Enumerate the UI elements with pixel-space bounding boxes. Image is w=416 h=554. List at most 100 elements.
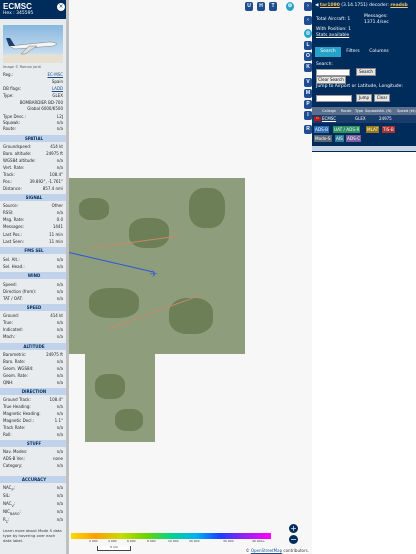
zoom-in-button[interactable]: + xyxy=(289,524,298,533)
selected-hex: Hex : 345595 xyxy=(3,11,34,16)
jump-label: Jump to Airport or Latitude, Longitude: xyxy=(316,84,403,89)
tab-filters[interactable]: Filters xyxy=(342,47,364,57)
spatial-row: WGS84 altitude: n/a xyxy=(3,158,63,163)
section-wind: WIND xyxy=(0,272,68,279)
row-altitude: 24975 xyxy=(379,116,392,121)
map-btn-u[interactable]: U xyxy=(245,2,253,11)
map-btn-l[interactable]: L xyxy=(304,41,312,50)
col-callsign[interactable]: Callsign xyxy=(322,107,336,115)
info-row-registration: Reg.: EC-MSC xyxy=(3,72,63,78)
messages-rate: 1371.4/sec xyxy=(364,20,389,25)
stats-link[interactable]: Stats available xyxy=(316,33,349,38)
altitude-row: Geom. Rate: n/a xyxy=(3,373,63,378)
legend-label: 2 000 xyxy=(89,539,98,543)
clear-button[interactable]: Clear xyxy=(374,94,390,102)
legend-label: 10 000 xyxy=(168,539,179,543)
accuracy-row: RC: n/a xyxy=(3,517,63,524)
map-btn-i[interactable]: I xyxy=(304,111,312,120)
registration-link[interactable]: EC-MSC xyxy=(47,72,63,78)
fms-row: Sel. Alt.: n/a xyxy=(3,257,63,262)
table-header: Callsign Route Type Squawk Alt. (ft) Spe… xyxy=(312,107,416,115)
legend-adsb: ADS-B xyxy=(314,126,329,133)
legend-ais: AIS xyxy=(335,135,344,142)
tab-columns[interactable]: Columns xyxy=(366,47,392,57)
with-position: With Position: 1 xyxy=(316,27,351,32)
col-squawk[interactable]: Squawk xyxy=(365,107,379,115)
info-row-route: Route: n/a xyxy=(3,126,63,131)
version-line: ◀ tar1090 (3.14.1751) decoder: readsb xyxy=(315,3,408,8)
signal-row: Msg. Rate: 0.0 xyxy=(3,217,63,222)
spatial-row: Distance: 857.4 nmi xyxy=(3,186,63,191)
aircraft-marker-icon[interactable]: ✈ xyxy=(150,270,158,280)
tab-search[interactable]: Search xyxy=(315,47,341,57)
jump-input[interactable] xyxy=(316,95,352,102)
map-btn-v[interactable]: V xyxy=(304,78,312,87)
map-btn-t[interactable]: T xyxy=(269,2,277,11)
legend-adsc: ADS-C xyxy=(346,135,362,142)
accuracy-row: NICBARO: n/a xyxy=(3,509,63,516)
total-aircraft: Total Aircraft: 1 xyxy=(316,17,351,22)
messages-label: Messages: xyxy=(364,14,388,19)
stuff-row: Nav. Modes: n/a xyxy=(3,449,63,454)
spain-flag-icon: ES xyxy=(314,117,321,121)
section-altitude: ALTITUDE xyxy=(0,343,68,350)
center-target-icon[interactable]: ◎ xyxy=(304,29,312,38)
col-route[interactable]: Route xyxy=(341,107,351,115)
legend-label: 8 000 xyxy=(147,539,156,543)
jump-button[interactable]: Jump xyxy=(356,94,372,102)
stuff-row: ADS-B Ver.: none xyxy=(3,456,63,461)
terrain-tiles-lower xyxy=(85,354,155,442)
speed-row: Mach: n/a xyxy=(3,334,63,339)
settings-gear-icon[interactable]: ⚙ xyxy=(286,2,294,11)
readsb-link[interactable]: readsb xyxy=(390,3,407,8)
map-btn-o[interactable]: O xyxy=(304,52,312,61)
col-type[interactable]: Type xyxy=(355,107,363,115)
signal-row: Last Seen: 11 min xyxy=(3,239,63,244)
aircraft-photo[interactable] xyxy=(3,25,63,63)
search-input[interactable] xyxy=(316,69,350,76)
col-alt[interactable]: Alt. (ft) xyxy=(379,107,392,115)
spatial-row: Groundspeed: 414 kt xyxy=(3,144,63,149)
map-btn-r[interactable]: R xyxy=(304,125,312,134)
ladd-link[interactable]: LADD xyxy=(52,86,63,92)
direction-row: True Heading: n/a xyxy=(3,404,63,409)
mode-s-note: Learn more about Mode S data type by hov… xyxy=(3,528,62,543)
altitude-row: Barometric: 24975 ft xyxy=(3,352,63,357)
selected-callsign: ECMSC xyxy=(3,2,32,11)
aircraft-info-panel: ECMSC Hex : 345595 × Image © Ramon Jordi… xyxy=(0,0,68,554)
section-fms-sel: FMS SEL xyxy=(0,247,68,254)
zoom-out-button[interactable]: − xyxy=(289,535,298,544)
spatial-row: Pos.: 39.892°, -1.761° xyxy=(3,179,63,184)
table-row[interactable]: ES ECMSC GLEX 24975 xyxy=(312,115,416,123)
legend-mlat: MLAT xyxy=(366,126,380,133)
row-callsign[interactable]: ECMSC xyxy=(322,115,336,123)
direction-row: Track Rate: n/a xyxy=(3,425,63,430)
map-view[interactable]: ✈ U H T ⚙ › ‹ ◎ L O K V M P I R 2 000 4 … xyxy=(69,0,312,554)
tar1090-link[interactable]: tar1090 xyxy=(320,3,340,8)
map-btn-m[interactable]: M xyxy=(304,89,312,98)
altitude-row: Geom. WGS84: n/a xyxy=(3,366,63,371)
altitude-legend-labels: 2 000 4 000 6 000 8 000 10 000 20 000 30… xyxy=(71,539,271,544)
panel-header: ◀ tar1090 (3.14.1751) decoder: readsb To… xyxy=(312,0,416,152)
col-speed[interactable]: Speed (kt) xyxy=(397,107,416,115)
map-btn-p[interactable]: P xyxy=(304,100,312,109)
signal-row: RSSI: n/a xyxy=(3,210,63,215)
terrain-tiles xyxy=(69,178,245,354)
expand-chevron-icon[interactable]: ‹ xyxy=(304,16,312,25)
speed-row: Ground: 414 kt xyxy=(3,313,63,318)
search-button[interactable]: Search xyxy=(356,68,376,76)
direction-row: Roll: n/a xyxy=(3,432,63,437)
stuff-row: Category: n/a xyxy=(3,463,63,468)
legend-modes: Mode-S xyxy=(314,135,332,142)
signal-row: Messages: 1441 xyxy=(3,224,63,229)
map-btn-h[interactable]: H xyxy=(257,2,265,11)
close-icon[interactable]: × xyxy=(57,3,65,11)
legend-label: 30 000 xyxy=(223,539,234,543)
collapse-panel-chevron-icon[interactable]: › xyxy=(304,2,312,11)
map-btn-k[interactable]: K xyxy=(304,63,312,72)
osm-link[interactable]: OpenStreetMap xyxy=(251,548,282,553)
info-row-db-flags: DB flags: LADD xyxy=(3,86,63,92)
clear-search-button[interactable]: Clear Search xyxy=(316,76,346,84)
signal-row: Last Pos.: 11 min xyxy=(3,232,63,237)
table-horizontal-scrollbar[interactable] xyxy=(312,146,416,151)
